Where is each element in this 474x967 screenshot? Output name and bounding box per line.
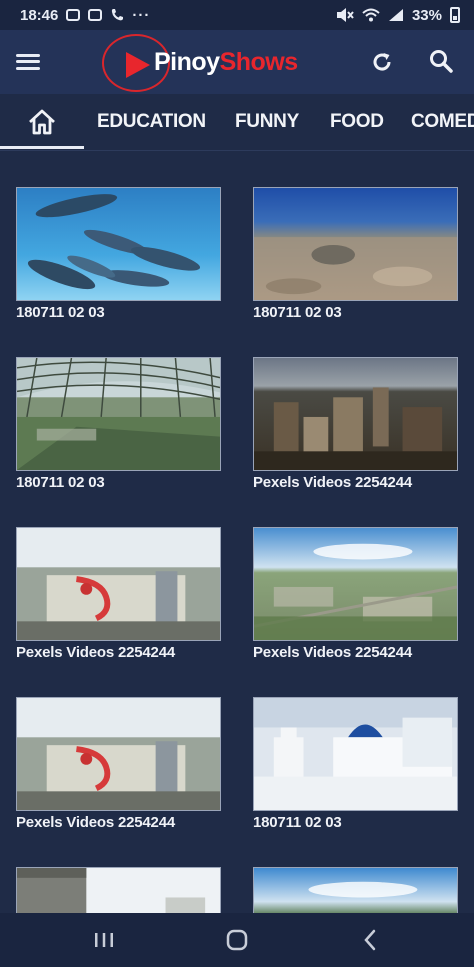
video-thumbnail — [253, 697, 458, 811]
more-notifications: ··· — [132, 6, 151, 24]
battery-percent: 33% — [411, 6, 442, 24]
video-card[interactable]: 180711 02 03 — [253, 697, 458, 831]
gallery-icon — [66, 9, 81, 21]
video-thumbnail — [253, 187, 458, 301]
video-title: 180711 02 03 — [253, 304, 342, 321]
mute-icon — [336, 8, 354, 22]
video-thumbnail — [253, 867, 458, 913]
recent-apps-button[interactable] — [84, 925, 124, 955]
back-icon — [364, 929, 376, 951]
back-button[interactable] — [350, 925, 390, 955]
video-card[interactable]: 180711 02 03 — [253, 187, 458, 321]
active-tab-indicator — [0, 146, 84, 149]
logo-text: PinoyShows — [154, 48, 298, 77]
video-title: Pexels Videos 2254244 — [16, 644, 175, 661]
logo-text-pinoy: Pinoy — [154, 48, 220, 76]
video-card[interactable]: Pexels Videos 2254244 — [253, 527, 458, 661]
video-thumbnail — [16, 697, 221, 811]
video-thumbnail — [16, 187, 221, 301]
message-icon — [88, 9, 103, 21]
clock: 18:46 — [20, 6, 59, 24]
tab-food[interactable]: FOOD — [330, 94, 384, 150]
video-title: Pexels Videos 2254244 — [253, 474, 412, 491]
search-button[interactable] — [428, 48, 454, 74]
tab-education[interactable]: EDUCATION — [97, 94, 206, 150]
video-title: 180711 02 03 — [16, 474, 105, 491]
refresh-button[interactable] — [370, 50, 394, 74]
app-screen: 18:46 ··· 33% PinoyShows EDUCATION FUNNY… — [0, 0, 474, 967]
recent-apps-icon — [95, 933, 113, 947]
hamburger-icon-line — [16, 67, 40, 71]
tab-home[interactable] — [0, 94, 84, 150]
video-thumbnail — [253, 527, 458, 641]
search-icon — [430, 50, 453, 73]
video-card[interactable]: 180711 02 03 — [16, 357, 221, 491]
video-card[interactable]: Pexels Videos 2254244 — [16, 527, 221, 661]
video-card[interactable]: 180711 02 03 — [16, 187, 221, 321]
system-nav-bar — [0, 913, 474, 967]
status-bar: 18:46 ··· 33% — [0, 0, 474, 30]
category-tabs: EDUCATION FUNNY FOOD COMEDY — [0, 94, 474, 150]
video-title: Pexels Videos 2254244 — [253, 644, 412, 661]
phone-icon — [112, 9, 124, 21]
home-nav-button[interactable] — [217, 925, 257, 955]
battery-icon — [450, 7, 460, 23]
video-card[interactable]: Pexels Videos 2254244 — [253, 357, 458, 491]
video-thumbnail — [16, 357, 221, 471]
app-bar: PinoyShows — [0, 30, 474, 94]
video-grid: 180711 02 03 180711 02 03 180711 02 03 P… — [0, 151, 474, 913]
video-thumbnail — [16, 867, 221, 913]
video-title: Pexels Videos 2254244 — [16, 814, 175, 831]
home-circle-icon — [226, 929, 248, 951]
signal-icon — [388, 9, 403, 21]
video-title: 180711 02 03 — [253, 814, 342, 831]
video-card[interactable]: Pexels Videos 2254244 — [16, 697, 221, 831]
video-card[interactable] — [16, 867, 221, 913]
hamburger-icon-line — [16, 53, 40, 57]
home-icon — [29, 109, 55, 135]
video-card[interactable] — [253, 867, 458, 913]
hamburger-icon-line — [16, 60, 40, 64]
wifi-icon — [362, 8, 380, 22]
video-thumbnail — [253, 357, 458, 471]
tab-comedy[interactable]: COMEDY — [411, 94, 474, 150]
video-title: 180711 02 03 — [16, 304, 105, 321]
play-icon — [126, 52, 150, 78]
video-thumbnail — [16, 527, 221, 641]
menu-button[interactable] — [14, 48, 42, 76]
logo-text-shows: Shows — [219, 48, 299, 76]
app-logo: PinoyShows — [100, 34, 330, 92]
refresh-icon — [373, 53, 391, 71]
tab-funny[interactable]: FUNNY — [235, 94, 299, 150]
